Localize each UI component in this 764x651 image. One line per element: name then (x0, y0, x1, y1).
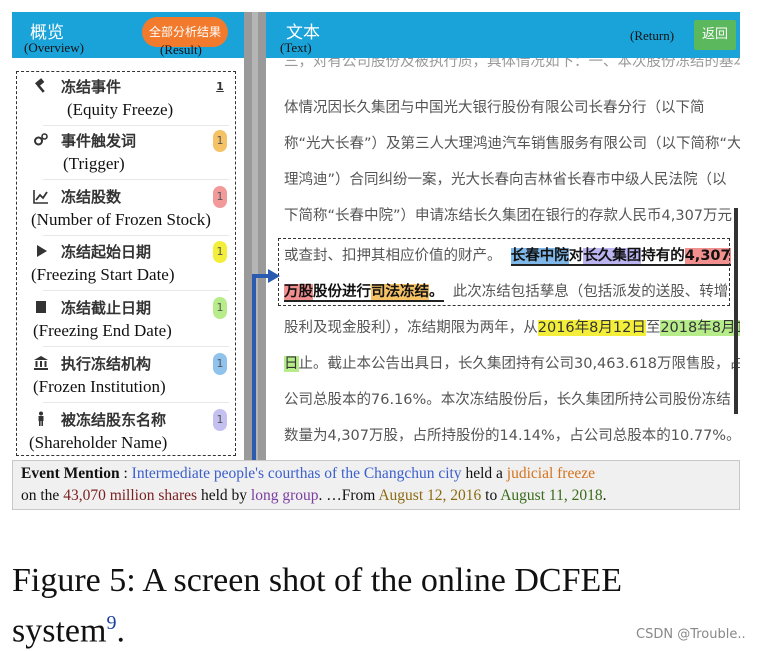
text-span: on the (21, 487, 64, 504)
text-line: 体情况因长久集团与中国光大银行股份有限公司长春分行（以下简 (284, 100, 705, 116)
overview-item-label: 执行冻结机构 (61, 355, 152, 373)
overview-item-label-en: (Trigger) (63, 154, 125, 173)
caption-line: system9. (12, 602, 740, 651)
overview-item-list: 冻结事件 1 (Equity Freeze) 事件触发词 1 (Trigger) (16, 71, 236, 456)
stop-icon (33, 299, 49, 315)
text-span: 至 (645, 320, 661, 336)
text-span: : (119, 465, 132, 482)
mention-trigger: judicial freeze (506, 465, 595, 482)
overview-item-label: 被冻结股东名称 (61, 411, 167, 429)
overview-item-equity-freeze[interactable]: 冻结事件 1 (Equity Freeze) (17, 72, 237, 126)
event-mention-strip: Event Mention : Intermediate people's co… (12, 460, 740, 510)
highlight-start-date[interactable]: 2016年8月12日 (537, 320, 646, 336)
document-text: 三，对有公司股份及被执行质，具体情况如下：一、本次股份冻结的基本 体情况因长久集… (266, 58, 740, 460)
gears-icon (33, 132, 49, 148)
figure-caption: Figure 5: A screen shot of the online DC… (12, 560, 740, 651)
highlight-end-date[interactable]: 日 (284, 356, 299, 372)
text-line: 称“光大长春”）及第三人大理鸿迪汽车销售服务有限公司（以下简称“大 (284, 136, 740, 152)
text-panel: 文本 (Return) 返回 (Text) 三，对有公司股份及被执行质，具体情况… (266, 12, 740, 460)
count-badge: 1 (213, 241, 227, 263)
count-badge: 1 (216, 80, 224, 93)
text-line: 三，对有公司股份及被执行质，具体情况如下：一、本次股份冻结的基本 (284, 58, 740, 70)
text-span: to (481, 487, 501, 504)
mention-end-date: August 11, 2018 (500, 487, 603, 504)
text-span: 股利及现金股利），冻结期限为两年，从 (284, 320, 538, 336)
text-line: 下简称“长春中院”）申请冻结长久集团在银行的存款人民币4,307万元 (284, 208, 733, 224)
mention-institution: Intermediate people's courthas of the Ch… (131, 465, 462, 482)
overview-item-row: 冻结事件 1 (25, 74, 229, 100)
return-label-en: (Return) (630, 28, 675, 43)
count-badge: 1 (213, 409, 227, 431)
event-mention-line: Event Mention : Intermediate people's co… (21, 465, 595, 483)
text-span: . …From (318, 487, 379, 504)
text-span: 止。截止本公告出具日，长久集团持有公司30,463.618万限售股，占 (298, 356, 741, 372)
count-badge: 1 (213, 353, 227, 375)
overview-item-label: 冻结截止日期 (61, 299, 152, 317)
watermark: CSDN @Trouble.. (636, 627, 746, 642)
count-badge: 1 (213, 186, 227, 208)
overview-item-label: 冻结股数 (61, 188, 122, 206)
caption-line: Figure 5: A screen shot of the online DC… (12, 562, 623, 599)
overview-item-label-en: (Equity Freeze) (67, 100, 174, 119)
overview-item-label: 事件触发词 (61, 132, 137, 150)
text-line: 理鸿迪”）合同纠纷一案，光大长春向吉林省长春市中级人民法院（以 (284, 172, 727, 188)
highlight-end-date[interactable]: 2018年8月11 (660, 320, 740, 336)
person-icon (33, 411, 49, 427)
overview-item-start-date[interactable]: 冻结起始日期 1 (Freezing Start Date) (17, 237, 237, 291)
event-mention-label: Event Mention (21, 465, 120, 482)
overview-item-label-en: (Freezing End Date) (33, 321, 172, 340)
line-chart-icon (33, 188, 49, 204)
overview-panel: 概览 全部分析结果 (Overview) (Result) 冻结事件 1 (Eq… (12, 12, 244, 460)
event-mention-box (278, 238, 730, 306)
overview-item-label: 冻结事件 (61, 78, 122, 96)
text-span: held a (461, 465, 507, 482)
panel-divider (244, 12, 266, 460)
mention-frozen-stock: 43,070 million shares (63, 487, 198, 504)
play-icon (33, 243, 49, 259)
overview-item-frozen-stock[interactable]: 冻结股数 1 (Number of Frozen Stock) (17, 182, 237, 236)
overview-item-end-date[interactable]: 冻结截止日期 1 (Freezing End Date) (17, 293, 237, 347)
overview-item-institution[interactable]: 执行冻结机构 1 (Frozen Institution) (17, 349, 237, 403)
count-badge: 1 (213, 130, 227, 152)
overview-item-label-en: (Frozen Institution) (33, 377, 166, 396)
text-span: held by (197, 487, 251, 504)
text-line: 公司总股本的76.16%。本次冻结股份后，长久集团所持公司股份冻结 (284, 392, 731, 408)
text-span: . (602, 487, 607, 504)
overview-item-label: 冻结起始日期 (61, 243, 152, 261)
text-title-en: (Text) (280, 40, 312, 55)
text-line: 日止。截止本公告出具日，长久集团持有公司30,463.618万限售股，占 (284, 352, 740, 373)
text-line: 股利及现金股利），冻结期限为两年，从2016年8月12日至2018年8月11 (284, 316, 740, 337)
footnote-marker[interactable]: 9 (106, 612, 116, 634)
overview-title-en: (Overview) (24, 40, 84, 55)
text-header: 文本 (Return) 返回 (266, 12, 740, 58)
overview-item-trigger[interactable]: 事件触发词 1 (Trigger) (17, 126, 237, 180)
bank-icon (33, 355, 49, 371)
mention-shareholder: long group (250, 487, 319, 504)
overview-item-label-en: (Number of Frozen Stock) (31, 210, 211, 229)
text-line: 数量为4,307万股，占所持股份的14.14%，占公司总股本的10.77%。 (284, 428, 740, 444)
scrollbar[interactable] (734, 208, 738, 414)
return-button[interactable]: 返回 (694, 20, 736, 50)
event-mention-line: on the 43,070 million shares held by lon… (21, 487, 606, 505)
caption-text: system (12, 612, 107, 650)
count-badge: 1 (213, 297, 227, 319)
mention-start-date: August 12, 2016 (378, 487, 482, 504)
overview-item-shareholder[interactable]: 被冻结股东名称 1 (Shareholder Name) (17, 405, 237, 459)
caption-text: . (116, 612, 125, 650)
overview-item-label-en: (Shareholder Name) (29, 433, 168, 452)
gavel-icon (33, 78, 49, 94)
overview-item-label-en: (Freezing Start Date) (31, 265, 175, 284)
result-label-en: (Result) (160, 42, 202, 57)
dcfee-screenshot: 概览 全部分析结果 (Overview) (Result) 冻结事件 1 (Eq… (12, 12, 740, 460)
